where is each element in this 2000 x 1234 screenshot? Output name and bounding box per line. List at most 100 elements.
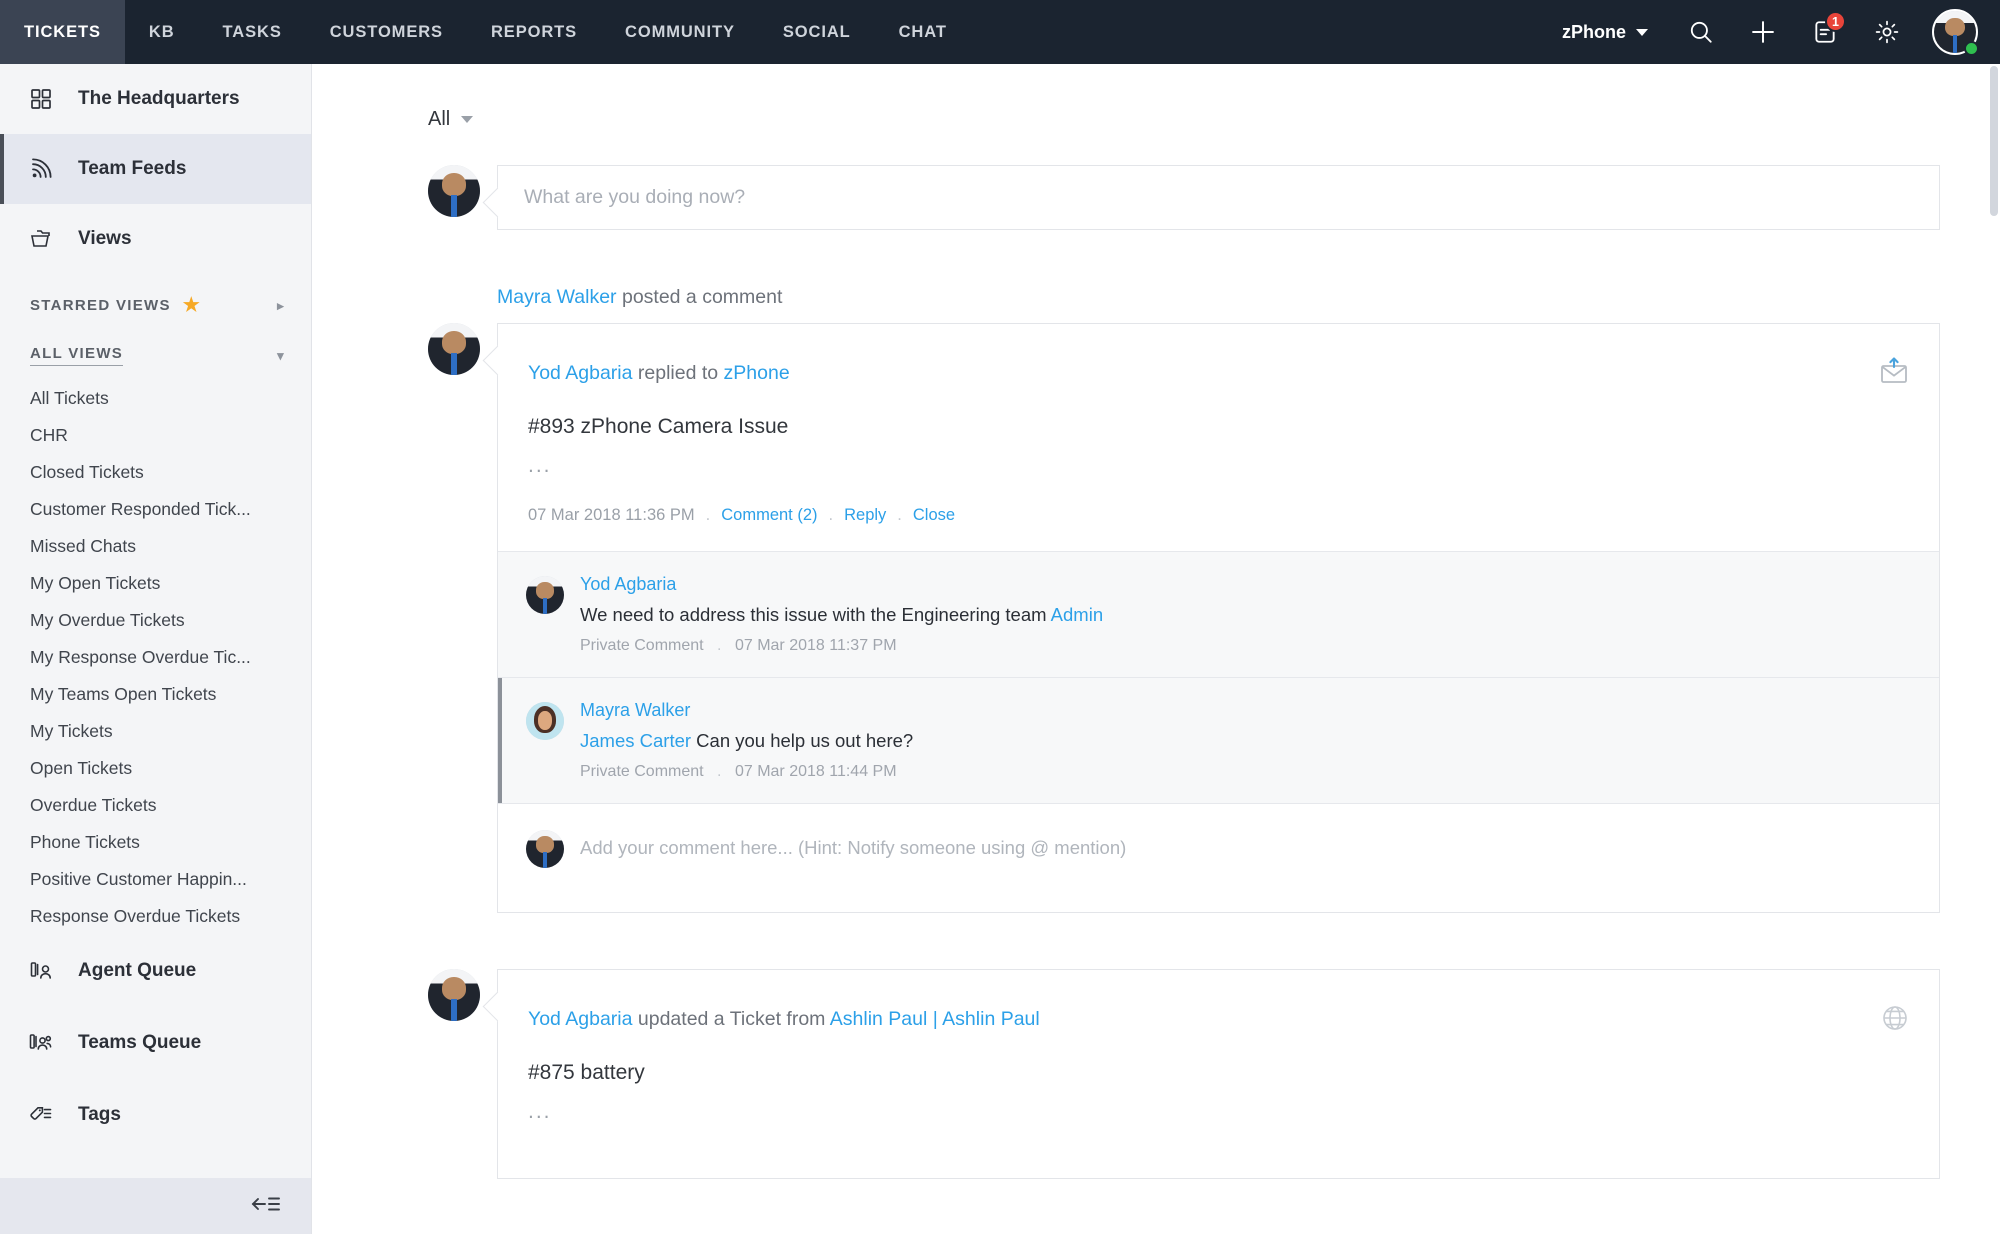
- tab-kb-label: KB: [148, 22, 175, 41]
- post-reply-action[interactable]: Reply: [844, 506, 886, 525]
- post-body-target[interactable]: zPhone: [724, 362, 790, 384]
- view-item-positive-customer-happiness[interactable]: Positive Customer Happin...: [0, 861, 311, 898]
- chevron-down-icon: ▾: [277, 347, 285, 363]
- tab-chat[interactable]: CHAT: [875, 0, 971, 64]
- feed-post-header: Mayra Walker posted a comment: [497, 286, 1940, 309]
- view-item-response-overdue-tickets[interactable]: Response Overdue Tickets: [0, 898, 311, 935]
- view-item-open-tickets[interactable]: Open Tickets: [0, 750, 311, 787]
- sidebar-item-team-feeds[interactable]: Team Feeds: [0, 134, 311, 204]
- teams-queue-icon: [26, 1031, 56, 1055]
- settings-button[interactable]: [1856, 0, 1918, 64]
- tab-chat-label: CHAT: [898, 22, 947, 41]
- tab-tickets[interactable]: TICKETS: [0, 0, 125, 64]
- post-body-action: replied to: [637, 362, 719, 384]
- feed-filter-dropdown[interactable]: All: [428, 108, 474, 131]
- feed-filter-label: All: [428, 108, 451, 130]
- collapse-sidebar-button[interactable]: [0, 1178, 311, 1234]
- email-outbound-icon[interactable]: [1877, 356, 1911, 391]
- comment-mention[interactable]: James Carter: [580, 730, 691, 751]
- sidebar-item-teams-queue[interactable]: Teams Queue: [0, 1007, 311, 1079]
- add-comment-input[interactable]: Add your comment here... (Hint: Notify s…: [580, 837, 1126, 859]
- main-nav-tabs: TICKETS KB TASKS CUSTOMERS REPORTS COMMU…: [0, 0, 971, 64]
- app-shell: The Headquarters Team Feeds Views STARRE…: [0, 64, 2000, 1234]
- feed-post-bubble: Yod Agbaria replied to zPhone #893 zPhon…: [497, 323, 1940, 913]
- comment-text-row: James Carter Can you help us out here?: [580, 730, 913, 752]
- avatar: [428, 969, 480, 1021]
- comment-meta: Private Comment . 07 Mar 2018 11:37 PM: [580, 637, 1103, 655]
- all-views-header[interactable]: ALL VIEWS ▾: [0, 325, 311, 374]
- view-item-my-open-tickets[interactable]: My Open Tickets: [0, 565, 311, 602]
- sidebar-item-the-headquarters[interactable]: The Headquarters: [0, 64, 311, 134]
- post-ticket-title[interactable]: #893 zPhone Camera Issue: [528, 415, 1905, 439]
- comment-mention[interactable]: Admin: [1051, 604, 1103, 625]
- sidebar-item-tags[interactable]: Tags: [0, 1079, 311, 1151]
- sidebar-item-agent-queue[interactable]: Agent Queue: [0, 935, 311, 1007]
- feed-post-row: Yod Agbaria replied to zPhone #893 zPhon…: [428, 323, 1940, 913]
- sidebar-item-label: Team Feeds: [78, 158, 187, 179]
- feed-content-area: All What are you doing now? Mayra Walker…: [312, 64, 2000, 1234]
- post-expand-ellipsis[interactable]: ...: [528, 455, 1905, 476]
- comment-author[interactable]: Mayra Walker: [580, 700, 913, 721]
- post-ticket-title[interactable]: #875 battery: [528, 1061, 1905, 1085]
- post-comment-action[interactable]: Comment (2): [721, 506, 817, 525]
- starred-views-header[interactable]: STARRED VIEWS ★ ▸: [0, 274, 311, 325]
- comment-item: Mayra Walker James Carter Can you help u…: [498, 677, 1939, 803]
- view-item-my-teams-open-tickets[interactable]: My Teams Open Tickets: [0, 676, 311, 713]
- comment-meta: Private Comment . 07 Mar 2018 11:44 PM: [580, 763, 913, 781]
- feed-post-2: Yod Agbaria updated a Ticket from Ashlin…: [428, 969, 1940, 1179]
- org-switcher-label: zPhone: [1561, 21, 1626, 42]
- post-header-actor[interactable]: Mayra Walker: [497, 286, 617, 308]
- plus-icon: [1749, 18, 1777, 46]
- notifications-button[interactable]: 1: [1794, 0, 1856, 64]
- sidebar-bottom-items: Agent Queue Teams Queue Tags: [0, 935, 311, 1161]
- feed-post-subject-line: Yod Agbaria updated a Ticket from Ashlin…: [528, 1008, 1905, 1031]
- post-meta-row: 07 Mar 2018 11:36 PM . Comment (2) . Rep…: [528, 506, 1905, 525]
- org-switcher[interactable]: zPhone: [1540, 22, 1670, 43]
- post-body-actor[interactable]: Yod Agbaria: [528, 362, 632, 384]
- comment-visibility: Private Comment: [580, 763, 704, 780]
- tab-customers[interactable]: CUSTOMERS: [306, 0, 467, 64]
- tab-customers-label: CUSTOMERS: [329, 22, 443, 41]
- globe-icon[interactable]: [1879, 1002, 1911, 1039]
- avatar: [428, 323, 480, 375]
- meta-separator: .: [717, 763, 722, 780]
- tab-kb[interactable]: KB: [125, 0, 199, 64]
- vertical-scrollbar[interactable]: [1990, 66, 1998, 216]
- add-button[interactable]: [1732, 0, 1794, 64]
- search-icon: [1688, 19, 1714, 45]
- sidebar-item-views[interactable]: Views: [0, 204, 311, 274]
- tab-tasks[interactable]: TASKS: [199, 0, 306, 64]
- grid-icon: [26, 87, 56, 111]
- view-item-missed-chats[interactable]: Missed Chats: [0, 528, 311, 565]
- view-item-my-tickets[interactable]: My Tickets: [0, 713, 311, 750]
- notification-badge: 1: [1825, 11, 1846, 32]
- avatar: [526, 576, 564, 614]
- view-item-chr[interactable]: CHR: [0, 417, 311, 454]
- user-avatar-button[interactable]: [1932, 9, 1979, 56]
- view-item-my-overdue-tickets[interactable]: My Overdue Tickets: [0, 602, 311, 639]
- view-item-all-tickets[interactable]: All Tickets: [0, 380, 311, 417]
- tab-reports[interactable]: REPORTS: [467, 0, 601, 64]
- meta-separator: .: [717, 637, 722, 654]
- all-views-label: ALL VIEWS: [30, 345, 124, 366]
- view-item-my-response-overdue-tickets[interactable]: My Response Overdue Tic...: [0, 639, 311, 676]
- tab-community[interactable]: COMMUNITY: [601, 0, 759, 64]
- view-item-closed-tickets[interactable]: Closed Tickets: [0, 454, 311, 491]
- view-item-customer-responded-tickets[interactable]: Customer Responded Tick...: [0, 491, 311, 528]
- post-close-action[interactable]: Close: [913, 506, 955, 525]
- view-item-phone-tickets[interactable]: Phone Tickets: [0, 824, 311, 861]
- post-expand-ellipsis[interactable]: ...: [528, 1101, 1905, 1122]
- comment-author[interactable]: Yod Agbaria: [580, 574, 1103, 595]
- post-body-target[interactable]: Ashlin Paul: [830, 1008, 928, 1030]
- post-body-actor[interactable]: Yod Agbaria: [528, 1008, 632, 1030]
- view-item-overdue-tickets[interactable]: Overdue Tickets: [0, 787, 311, 824]
- views-list: All Tickets CHR Closed Tickets Customer …: [0, 374, 311, 935]
- search-button[interactable]: [1670, 0, 1732, 64]
- gear-icon: [1874, 19, 1900, 45]
- compose-input[interactable]: What are you doing now?: [498, 166, 1939, 229]
- post-body-target-secondary[interactable]: Ashlin Paul: [942, 1008, 1040, 1030]
- tab-tasks-label: TASKS: [222, 22, 282, 41]
- feed-post-body: Yod Agbaria updated a Ticket from Ashlin…: [498, 970, 1939, 1178]
- comment-text-row: We need to address this issue with the E…: [580, 604, 1103, 626]
- tab-social[interactable]: SOCIAL: [759, 0, 875, 64]
